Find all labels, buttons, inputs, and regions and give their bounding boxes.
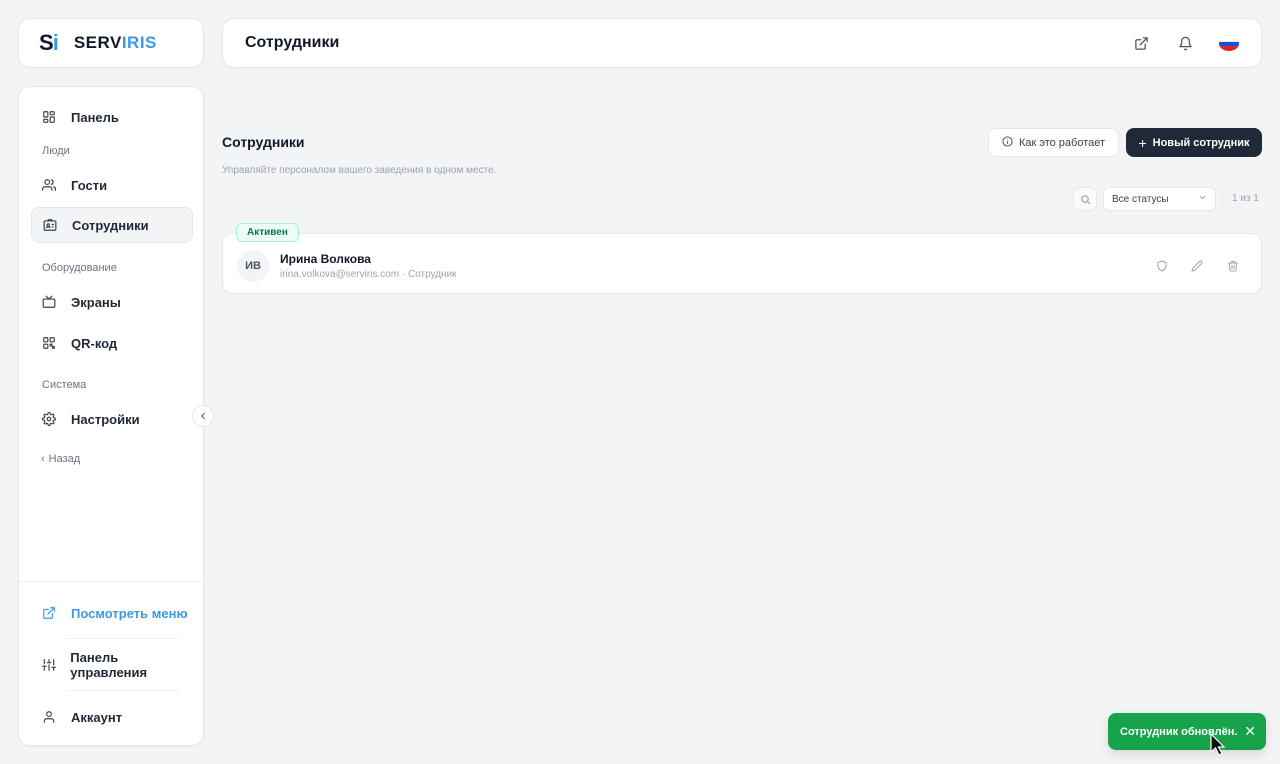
sidebar-divider bbox=[19, 581, 205, 582]
back-link[interactable]: ‹ Назад bbox=[41, 453, 80, 465]
logo-box: Si SERVIRIS bbox=[18, 18, 204, 68]
mouse-cursor-icon bbox=[1210, 733, 1226, 756]
sidebar-divider bbox=[65, 638, 179, 639]
edit-pencil-icon[interactable] bbox=[1190, 259, 1204, 273]
page-title: Сотрудники bbox=[222, 134, 305, 150]
sidebar-item-employees[interactable]: Сотрудники bbox=[31, 207, 193, 243]
sidebar-item-label: Сотрудники bbox=[72, 217, 149, 233]
section-people: Люди bbox=[42, 145, 70, 157]
sidebar-item-panel[interactable]: Панель bbox=[31, 99, 193, 135]
status-filter-value: Все статусы bbox=[1112, 193, 1169, 205]
account-link[interactable]: Аккаунт bbox=[31, 699, 193, 735]
gear-icon bbox=[41, 411, 57, 427]
users-icon bbox=[41, 177, 57, 193]
employee-row[interactable] bbox=[222, 233, 1262, 294]
new-employee-label: Новый сотрудник bbox=[1152, 136, 1250, 149]
chevron-down-icon bbox=[1198, 193, 1207, 205]
search-button[interactable] bbox=[1073, 187, 1097, 211]
logo-text-part1: SERV bbox=[73, 33, 122, 52]
collapse-sidebar-button[interactable] bbox=[192, 405, 214, 427]
sidebar-item-qr[interactable]: QR-код bbox=[31, 325, 193, 361]
search-icon bbox=[1080, 194, 1090, 204]
control-panel-link[interactable]: Панель управления bbox=[31, 647, 193, 683]
external-link-icon[interactable] bbox=[1131, 33, 1151, 53]
logo-text: SERVIRIS bbox=[74, 33, 157, 53]
info-icon bbox=[1002, 135, 1013, 150]
tv-icon bbox=[41, 294, 57, 310]
logo-text-part2: IRIS bbox=[121, 33, 157, 52]
plus-icon: + bbox=[1138, 134, 1147, 151]
sidebar-item-label: Панель bbox=[71, 109, 119, 125]
logo-mark-s: S bbox=[39, 30, 54, 55]
close-icon[interactable]: ✕ bbox=[1244, 723, 1256, 740]
logo-mark: Si bbox=[39, 30, 59, 56]
sidebar-item-label: Настройки bbox=[71, 411, 140, 427]
toast-notification: Сотрудник обновлён. ✕ bbox=[1108, 713, 1266, 750]
user-icon bbox=[41, 709, 57, 725]
shield-icon[interactable] bbox=[1155, 259, 1169, 273]
how-it-works-button[interactable]: Как это работает bbox=[988, 128, 1119, 157]
control-panel-label: Панель управления bbox=[70, 650, 148, 680]
account-label: Аккаунт bbox=[71, 709, 123, 725]
view-menu-link[interactable]: Посмотреть меню bbox=[31, 595, 193, 631]
header-actions bbox=[1131, 33, 1239, 53]
employee-name: Ирина Волкова bbox=[280, 252, 371, 266]
status-badge: Активен bbox=[236, 223, 299, 242]
chevron-left-icon: ‹ bbox=[41, 453, 45, 465]
top-header: Сотрудники bbox=[222, 18, 1262, 68]
avatar: ИВ bbox=[237, 250, 269, 282]
view-menu-label: Посмотреть меню bbox=[71, 605, 188, 621]
sidebar-item-screens[interactable]: Экраны bbox=[31, 284, 193, 320]
russia-flag-icon[interactable] bbox=[1219, 33, 1239, 53]
sidebar: Панель Люди Гости Сотрудники Оборудовани… bbox=[18, 86, 205, 746]
logo-mark-i: i bbox=[52, 30, 59, 55]
external-link-icon bbox=[41, 605, 57, 621]
sidebar-item-label: Гости bbox=[71, 177, 108, 193]
sidebar-divider bbox=[65, 690, 179, 691]
new-employee-button[interactable]: + Новый сотрудник bbox=[1126, 128, 1262, 157]
bell-icon[interactable] bbox=[1175, 33, 1195, 53]
chevron-left-icon bbox=[201, 412, 205, 420]
how-it-works-label: Как это работает bbox=[1018, 136, 1106, 149]
id-card-icon bbox=[42, 217, 58, 233]
sidebar-item-label: QR-код bbox=[71, 335, 118, 351]
pager-divider bbox=[1222, 190, 1223, 208]
pager-info: 1 из 1 bbox=[1232, 193, 1259, 204]
sliders-icon bbox=[41, 657, 56, 673]
sidebar-item-guests[interactable]: Гости bbox=[31, 167, 193, 203]
page-subtitle: Управляйте персоналом вашего заведения в… bbox=[222, 165, 497, 176]
header-title: Сотрудники bbox=[245, 34, 340, 51]
trash-icon[interactable] bbox=[1226, 259, 1240, 273]
sidebar-item-label: Экраны bbox=[71, 294, 121, 310]
employee-meta: irina.volkova@serviris.com · Сотрудник bbox=[280, 269, 457, 280]
sidebar-item-settings[interactable]: Настройки bbox=[31, 401, 193, 437]
back-label: Назад bbox=[48, 453, 81, 465]
qr-code-icon bbox=[41, 335, 57, 351]
status-filter-select[interactable]: Все статусы bbox=[1103, 187, 1216, 211]
section-equipment: Оборудование bbox=[42, 262, 117, 274]
dashboard-grid-icon bbox=[41, 109, 57, 125]
section-system: Система bbox=[42, 379, 87, 391]
